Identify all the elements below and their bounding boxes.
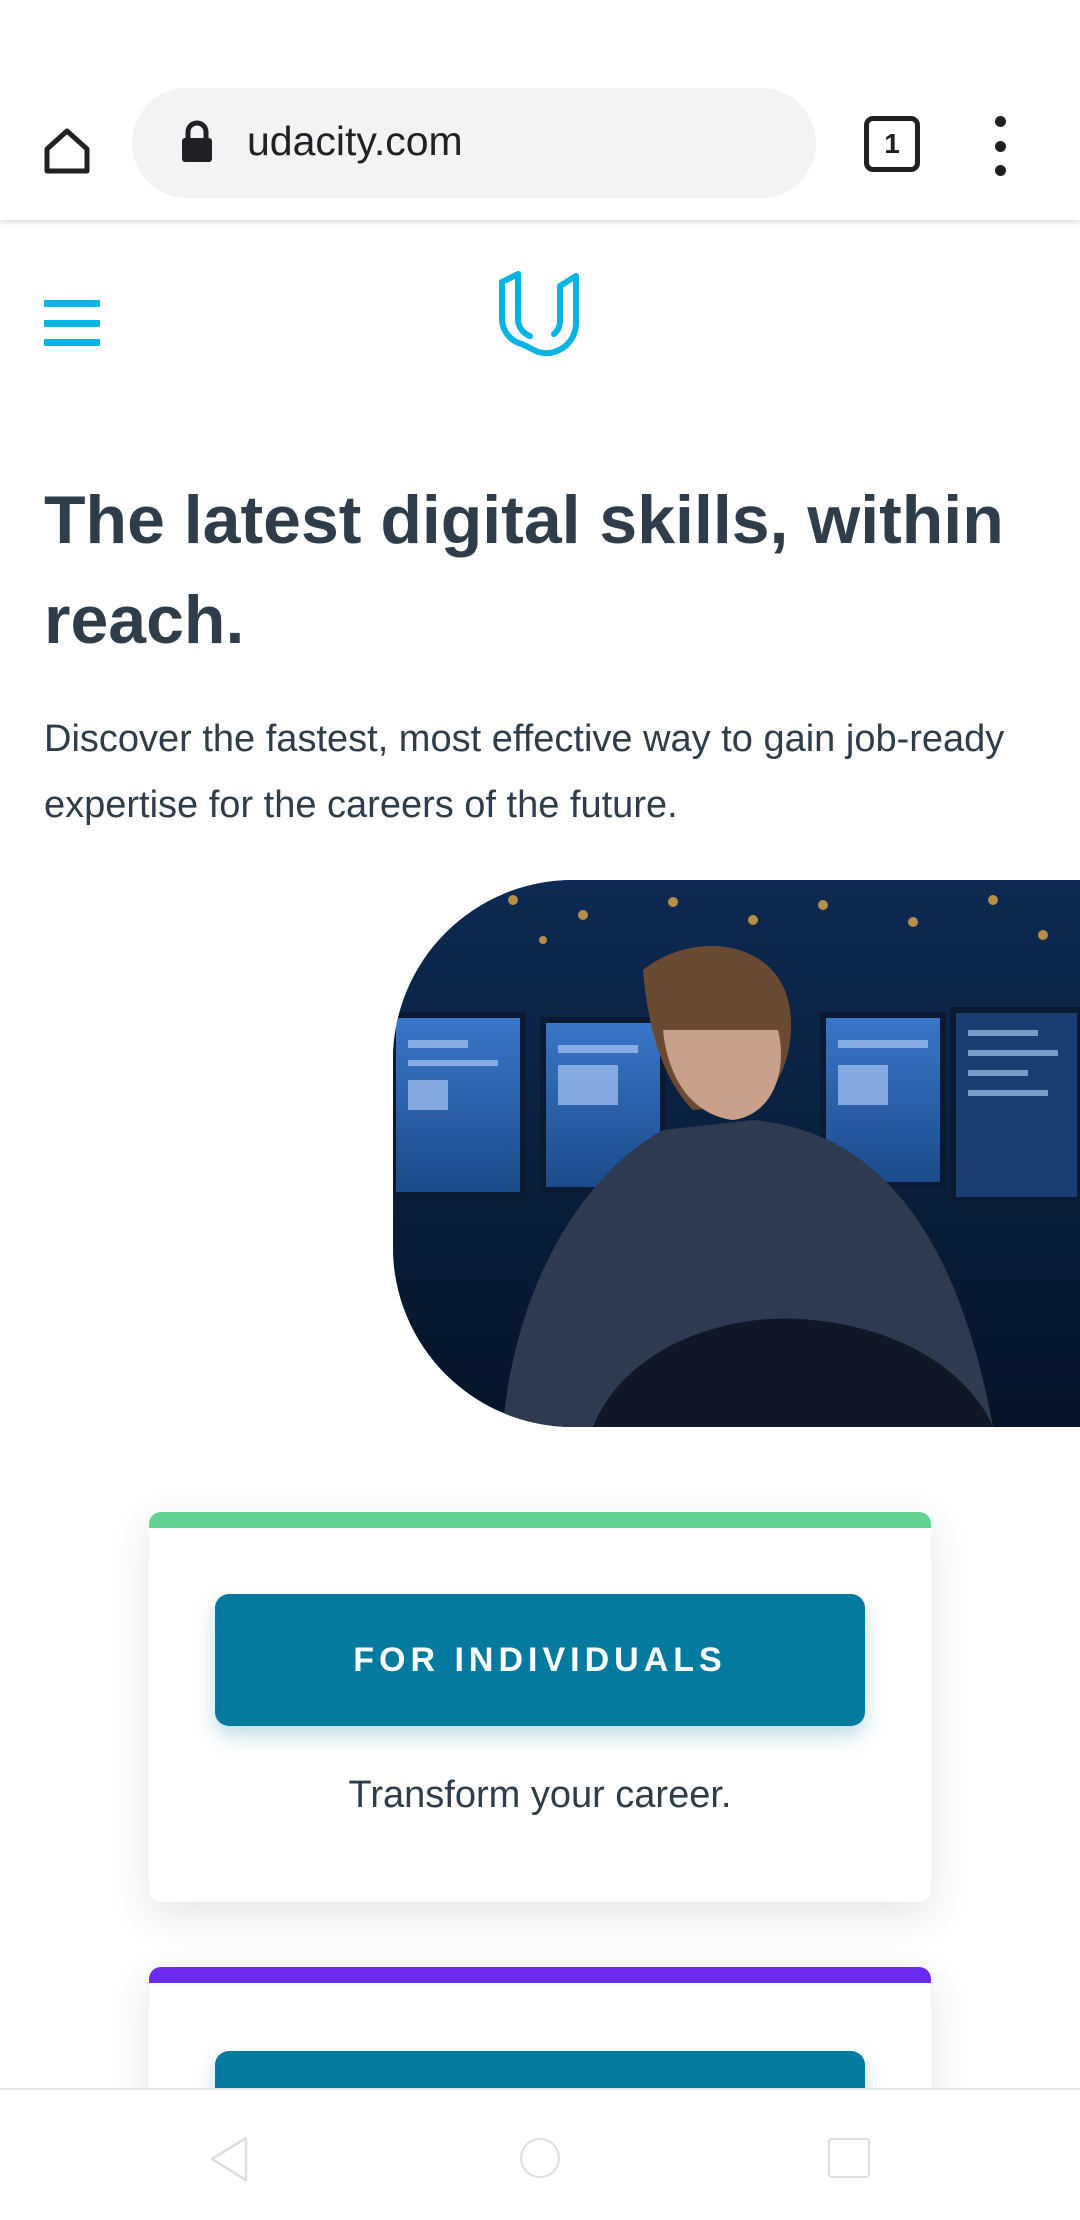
hamburger-menu-icon[interactable]: [44, 300, 100, 346]
card-accent-bar: [149, 1967, 931, 1983]
recent-apps-icon[interactable]: [828, 2138, 870, 2178]
tab-switcher-button[interactable]: 1: [864, 116, 920, 172]
hero-subtitle: Discover the fastest, most effective way…: [44, 718, 1005, 826]
back-icon[interactable]: [208, 2136, 248, 2182]
status-bar: [0, 0, 1080, 66]
home-icon: [44, 128, 90, 174]
udacity-logo[interactable]: [494, 268, 584, 358]
hero-image: [393, 880, 1080, 1427]
browser-toolbar: udacity.com 1: [0, 66, 1080, 220]
more-options-icon[interactable]: [985, 116, 1015, 176]
url-text: udacity.com: [247, 118, 463, 164]
card-accent-bar: [149, 1512, 931, 1528]
individuals-card: FOR INDIVIDUALS Transform your career.: [149, 1512, 931, 1902]
hero-title: The latest digital skills, within reach.: [44, 482, 1004, 658]
home-nav-icon[interactable]: [520, 2138, 560, 2178]
home-button[interactable]: [28, 112, 106, 190]
for-individuals-button[interactable]: FOR INDIVIDUALS: [215, 1594, 865, 1726]
address-bar[interactable]: udacity.com: [132, 88, 816, 198]
card-description: Transform your career.: [348, 1774, 732, 1816]
site-header: [0, 220, 1080, 420]
lock-icon: [182, 120, 212, 162]
system-navigation-bar: [0, 2088, 1080, 2220]
